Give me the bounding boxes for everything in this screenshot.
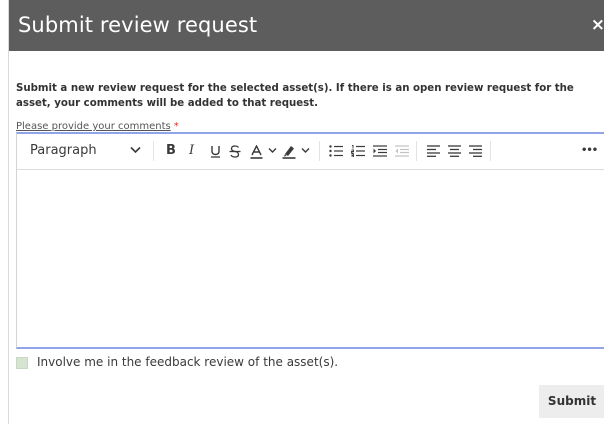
underline-icon [211, 146, 220, 158]
more-icon: ••• [581, 145, 598, 156]
align-left-button[interactable] [427, 145, 441, 157]
submit-button[interactable]: Submit [539, 385, 604, 418]
highlight-chevron-down-icon[interactable] [301, 147, 310, 154]
align-left-icon [427, 145, 440, 157]
block-format-chevron-down-icon[interactable] [130, 146, 141, 154]
comments-textarea[interactable] [17, 170, 604, 347]
text-color-icon [250, 145, 263, 159]
editor-toolbar: Paragraph B I ••• [17, 134, 604, 170]
text-color-button[interactable] [250, 145, 263, 159]
block-format-dropdown[interactable]: Paragraph [30, 143, 97, 159]
dialog-description: Submit a new review request for the sele… [16, 83, 574, 109]
required-marker: * [173, 121, 179, 132]
numbered-list-button[interactable] [351, 145, 366, 157]
numbered-list-icon [351, 145, 365, 157]
dialog-title: Submit review request [18, 13, 258, 37]
more-options-button[interactable]: ••• [581, 143, 598, 159]
toolbar-separator [416, 141, 417, 161]
outdent-button[interactable] [395, 145, 410, 157]
comments-label: Please provide your comments * [16, 121, 179, 132]
dialog-titlebar: Submit review request × [9, 0, 604, 51]
italic-button[interactable]: I [189, 143, 194, 159]
toolbar-separator [319, 141, 320, 161]
bold-button[interactable]: B [166, 143, 176, 159]
align-right-button[interactable] [469, 145, 483, 157]
review-request-dialog: Submit review request × Submit a new rev… [8, 0, 604, 424]
block-format-label: Paragraph [30, 143, 97, 158]
outdent-icon [395, 145, 409, 157]
text-color-chevron-down-icon[interactable] [268, 147, 277, 154]
align-right-icon [469, 145, 482, 157]
bold-icon: B [166, 143, 176, 158]
underline-button[interactable] [210, 145, 221, 158]
involve-me-checkbox[interactable] [16, 357, 28, 369]
involve-me-label: Involve me in the feedback review of the… [37, 355, 339, 369]
bullet-list-button[interactable] [329, 145, 344, 157]
indent-button[interactable] [373, 145, 388, 157]
italic-icon: I [189, 143, 195, 158]
strikethrough-button[interactable] [229, 145, 241, 158]
highlighter-icon [282, 146, 296, 159]
comments-editor: Paragraph B I ••• [16, 132, 604, 349]
indent-icon [373, 145, 387, 157]
comments-label-text: Please provide your comments [16, 121, 171, 132]
strikethrough-icon [229, 145, 241, 158]
highlight-color-button[interactable] [282, 144, 296, 159]
align-center-icon [448, 145, 461, 157]
toolbar-separator [490, 141, 491, 161]
toolbar-separator [153, 141, 154, 161]
align-center-button[interactable] [448, 145, 462, 157]
close-icon[interactable]: × [591, 17, 604, 34]
bullet-list-icon [329, 145, 343, 157]
